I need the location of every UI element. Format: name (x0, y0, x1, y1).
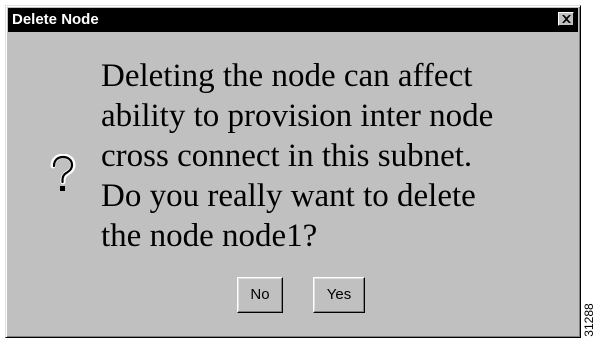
yes-button[interactable]: Yes (313, 277, 365, 313)
dialog-message: Deleting the node can affect ability to … (101, 58, 494, 254)
close-button[interactable] (558, 12, 574, 26)
close-icon (562, 15, 571, 23)
title-bar[interactable]: Delete Node (8, 8, 578, 32)
dialog-title: Delete Node (12, 11, 99, 28)
no-button[interactable]: No (237, 277, 283, 313)
delete-node-dialog: Delete Node Deleting the node can affect… (5, 5, 581, 338)
question-icon (50, 154, 76, 191)
figure-number: 31288 (582, 303, 596, 337)
